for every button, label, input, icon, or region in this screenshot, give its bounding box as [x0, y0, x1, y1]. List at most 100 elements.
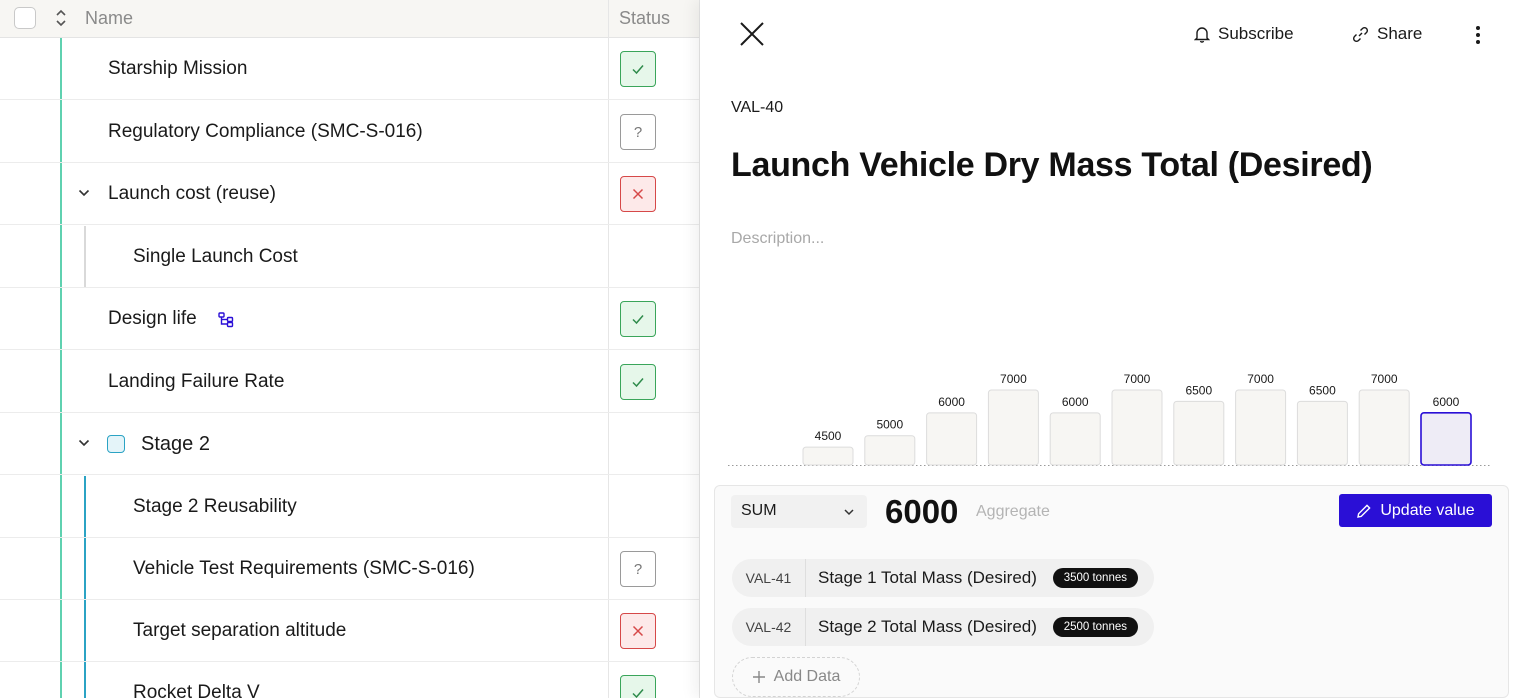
page-title[interactable]: Launch Vehicle Dry Mass Total (Desired) [731, 146, 1373, 185]
aggregate-section: SUM 6000 Aggregate Update value VAL-41 S… [714, 485, 1509, 698]
column-header-status[interactable]: Status [619, 8, 670, 29]
status-ok-badge[interactable] [620, 675, 656, 698]
row-label: Rocket Delta V [133, 682, 260, 698]
chart-bar[interactable] [1111, 389, 1163, 466]
chart-data-label: 5000 [876, 418, 903, 432]
table-row[interactable]: Design life [0, 288, 699, 350]
share-button[interactable]: Share [1352, 24, 1422, 44]
row-label: Single Launch Cost [133, 246, 298, 267]
chart-bar[interactable] [926, 412, 978, 466]
chart-bar[interactable] [987, 389, 1039, 466]
status-unknown-badge[interactable]: ? [620, 551, 656, 587]
question-icon: ? [633, 560, 643, 578]
update-value-label: Update value [1380, 501, 1475, 519]
aggregate-function-select[interactable]: SUM [731, 495, 867, 528]
chevron-down-icon [844, 509, 854, 516]
check-icon [632, 65, 644, 75]
select-all-checkbox[interactable] [14, 7, 36, 29]
chevron-down-icon[interactable] [77, 436, 91, 450]
add-data-button[interactable]: Add Data [732, 657, 860, 697]
check-icon [632, 378, 644, 388]
linked-value-badge: 3500 tonnes [1052, 568, 1138, 588]
row-label: Landing Failure Rate [108, 371, 285, 392]
chart-data-label: 4500 [815, 429, 842, 443]
chart-bar[interactable] [1420, 412, 1472, 466]
chart-data-label: 6500 [1309, 383, 1336, 397]
linked-value-chip[interactable]: VAL-42 Stage 2 Total Mass (Desired) 2500… [732, 608, 1154, 646]
status-unknown-badge[interactable]: ? [620, 114, 656, 150]
link-icon [1352, 26, 1369, 42]
chart-data-label: 7000 [1000, 372, 1027, 386]
close-icon[interactable] [738, 20, 766, 48]
row-label: Starship Mission [108, 58, 248, 79]
chevron-down-icon[interactable] [77, 186, 91, 200]
group-checkbox[interactable] [107, 435, 125, 453]
description-field[interactable]: Description... [731, 230, 824, 248]
chart-bar[interactable] [1173, 400, 1225, 466]
chart-data-label: 6000 [1062, 395, 1089, 409]
check-icon [632, 689, 644, 698]
chart-data-label: 7000 [1124, 372, 1151, 386]
item-id: VAL-40 [731, 99, 784, 116]
pencil-icon [1357, 503, 1371, 518]
table-row[interactable]: Regulatory Compliance (SMC-S-016) ? [0, 101, 699, 163]
table-header: Name Status [0, 0, 699, 38]
value-history-chart: 4500 5000 6000 7000 6000 7000 6500 7000 6500 7000… [728, 372, 1492, 466]
subscribe-label: Subscribe [1218, 24, 1294, 43]
subscribe-button[interactable]: Subscribe [1194, 24, 1294, 44]
table-row[interactable]: Launch cost (reuse) [0, 163, 699, 225]
linked-value-id: VAL-42 [732, 608, 806, 646]
linked-value-badge: 2500 tonnes [1052, 617, 1138, 637]
status-bad-badge[interactable] [620, 176, 656, 212]
chart-bar[interactable] [1296, 400, 1348, 466]
chart-data-label: 7000 [1247, 372, 1274, 386]
status-bad-badge[interactable] [620, 613, 656, 649]
add-data-label: Add Data [773, 668, 841, 685]
chart-bar[interactable] [802, 446, 854, 466]
table-row[interactable]: Vehicle Test Requirements (SMC-S-016) ? [0, 538, 699, 600]
status-ok-badge[interactable] [620, 301, 656, 337]
status-ok-badge[interactable] [620, 51, 656, 87]
status-ok-badge[interactable] [620, 364, 656, 400]
share-label: Share [1377, 24, 1423, 43]
chart-bar[interactable] [1049, 412, 1101, 466]
row-label: Launch cost (reuse) [108, 183, 276, 204]
linked-value-id: VAL-41 [732, 559, 806, 597]
chart-data-label: 7000 [1371, 372, 1398, 386]
chart-data-label: 6000 [938, 395, 965, 409]
items-table: Name Status Starship Mission Regulatory … [0, 0, 700, 698]
linked-value-chip[interactable]: VAL-41 Stage 1 Total Mass (Desired) 3500… [732, 559, 1154, 597]
table-row[interactable]: Starship Mission [0, 38, 699, 100]
update-value-button[interactable]: Update value [1339, 494, 1492, 527]
table-row[interactable]: Single Launch Cost [0, 226, 699, 288]
chart-bar[interactable] [1358, 389, 1410, 466]
chart-bar[interactable] [1235, 389, 1287, 466]
more-options-icon[interactable] [1468, 22, 1488, 48]
table-row[interactable]: Stage 2 Reusability [0, 476, 699, 538]
question-icon: ? [633, 123, 643, 141]
row-label: Regulatory Compliance (SMC-S-016) [108, 121, 423, 142]
check-icon [632, 315, 644, 325]
row-label: Design life [108, 308, 197, 329]
close-icon [632, 188, 644, 200]
aggregate-value: 6000 [885, 493, 959, 530]
table-row[interactable]: Target separation altitude [0, 600, 699, 662]
bell-icon [1194, 27, 1210, 43]
plus-icon [752, 671, 765, 683]
sort-icon[interactable] [53, 6, 69, 30]
table-row[interactable]: Rocket Delta V [0, 662, 699, 698]
table-row[interactable]: Stage 2 [0, 413, 699, 475]
linked-value-name: Stage 2 Total Mass (Desired) [818, 617, 1037, 636]
row-label: Vehicle Test Requirements (SMC-S-016) [133, 558, 475, 579]
row-label: Stage 2 [141, 433, 210, 455]
hierarchy-icon[interactable] [218, 312, 236, 328]
table-row[interactable]: Landing Failure Rate [0, 351, 699, 413]
chart-bar[interactable] [864, 435, 916, 466]
aggregate-function-value: SUM [741, 502, 777, 519]
column-header-name[interactable]: Name [85, 8, 133, 29]
close-icon [632, 625, 644, 637]
chart-data-label: 6000 [1433, 395, 1460, 409]
chart-data-label: 6500 [1185, 383, 1212, 397]
row-label: Stage 2 Reusability [133, 496, 297, 517]
row-label: Target separation altitude [133, 620, 347, 641]
